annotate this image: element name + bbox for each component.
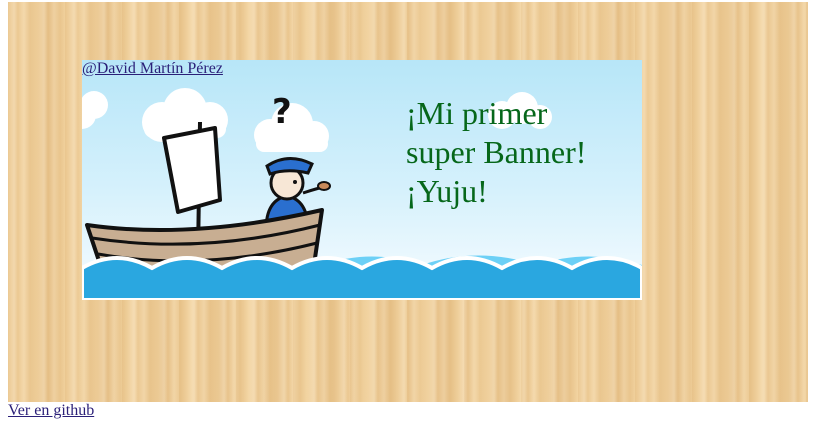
banner-line-1: ¡Mi primer (406, 95, 548, 131)
github-link[interactable]: Ver en github (8, 402, 94, 420)
cloud-left (82, 91, 108, 129)
question-mark: ? (272, 92, 292, 132)
banner-line-3: ¡Yuju! (406, 173, 488, 209)
banner-line-2: super Banner! (406, 134, 587, 170)
banner-headline: ¡Mi primer super Banner! ¡Yuju! (406, 94, 642, 211)
sail (162, 126, 222, 214)
author-link[interactable]: @David Martín Pérez (82, 60, 223, 78)
